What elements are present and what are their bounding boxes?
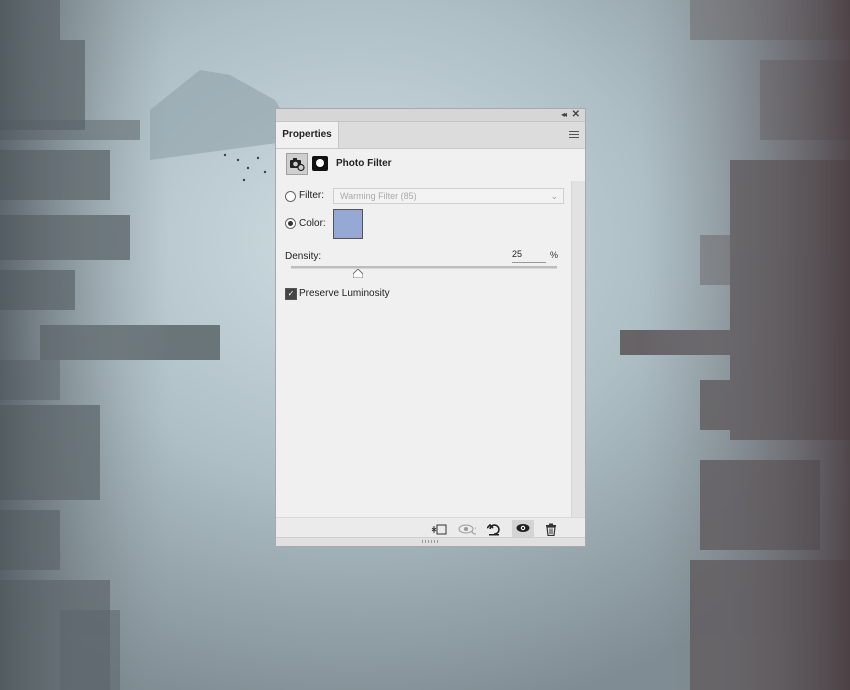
adjustment-title: Photo Filter <box>336 158 392 169</box>
visibility-eye-icon[interactable] <box>512 520 534 538</box>
density-slider-track[interactable] <box>291 266 557 269</box>
layer-mask-icon[interactable] <box>312 156 328 171</box>
scrollbar[interactable] <box>571 181 585 517</box>
density-slider-thumb[interactable] <box>352 269 363 278</box>
density-label: Density: <box>285 251 322 262</box>
filter-label: Filter: <box>299 190 324 201</box>
filter-dropdown[interactable]: Warming Filter (85) ⌄ <box>333 188 564 204</box>
color-swatch[interactable] <box>333 209 363 239</box>
view-previous-state-icon[interactable] <box>456 520 479 538</box>
filter-dropdown-value: Warming Filter (85) <box>340 191 417 201</box>
reset-icon[interactable] <box>483 520 505 538</box>
preserve-luminosity-checkbox[interactable]: ✓ <box>285 288 297 300</box>
density-unit: % <box>550 250 559 260</box>
panel-title-bar[interactable]: ◂◂ ✕ <box>276 109 585 122</box>
chevron-down-icon: ⌄ <box>550 191 558 201</box>
filter-radio[interactable] <box>285 191 296 202</box>
panel-resize-grip[interactable] <box>276 537 585 546</box>
color-radio[interactable] <box>285 218 296 229</box>
tab-properties[interactable]: Properties <box>276 122 339 148</box>
clip-to-layer-icon[interactable] <box>428 520 450 538</box>
properties-panel: ◂◂ ✕ Properties Photo Filter Filter: War… <box>275 108 586 547</box>
tab-bar: Properties <box>276 122 585 149</box>
close-icon[interactable]: ✕ <box>572 109 580 121</box>
preserve-luminosity-label: Preserve Luminosity <box>299 288 390 299</box>
density-input[interactable]: 25 <box>512 249 546 263</box>
trash-icon[interactable] <box>540 520 562 538</box>
color-label: Color: <box>299 218 326 229</box>
panel-menu-icon[interactable] <box>569 131 579 139</box>
adjustment-header: Photo Filter <box>286 153 576 175</box>
photo-filter-adjustment-icon[interactable] <box>286 153 308 175</box>
collapse-icon[interactable]: ◂◂ <box>561 109 567 121</box>
